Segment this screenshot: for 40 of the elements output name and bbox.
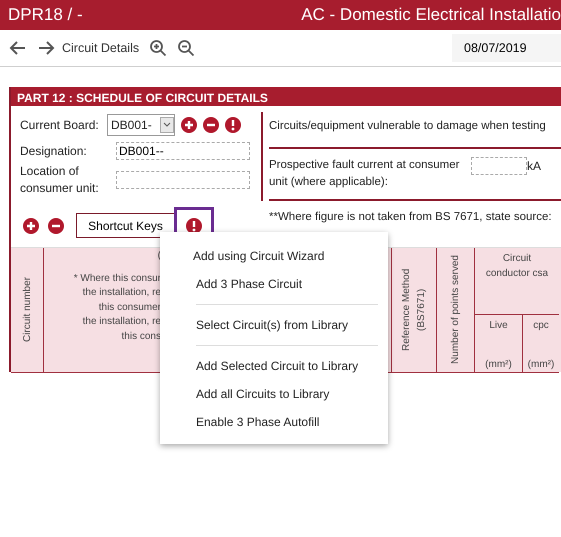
unit-label: (mm²) [485,358,512,372]
add-icon[interactable] [23,218,39,234]
zoom-out-icon[interactable] [177,39,196,57]
field-label: Prospective fault current at consumer unit (where applicable): [269,158,460,190]
column-header: Circuit number [20,277,34,342]
zoom-in-icon[interactable] [149,39,168,57]
field-label: Location of consumer unit: [20,163,100,197]
column-header: Reference Method (BS7671) [400,267,428,353]
remove-icon[interactable] [48,218,64,234]
field-label: Current Board: [20,117,100,134]
board-dropdown[interactable]: DB001- [107,114,175,136]
fault-current-field[interactable] [471,157,527,176]
add-icon[interactable] [181,117,197,133]
column-header: Live [489,318,508,333]
app-title: DPR18 / - [8,4,83,26]
column-header: Number of points served [449,255,462,364]
remove-icon[interactable] [203,117,219,133]
unit-label: kA [527,158,542,176]
column-header: Circuit conductor csa [484,252,550,281]
designation-field[interactable]: DB001-- [116,142,250,160]
info-text: Circuits/equipment vulnerable to damage when testing [269,119,547,134]
info-text: **Where figure is not taken from BS 7671, state source: [268,210,553,225]
location-field[interactable] [116,170,250,189]
field-label: Designation: [20,143,88,160]
unit-label: (mm²) [528,358,554,372]
window-title: AC - Domestic Electrical Installatio [301,4,561,26]
menu-item[interactable]: Select Circuit(s) from Library [160,311,348,339]
column-note: * Where this consur the installation, re this consumer the installation, re this cons [74,272,161,344]
shortcut-keys-button[interactable]: Shortcut Keys [76,213,175,238]
dropdown-icon [160,117,174,133]
more-icon[interactable] [225,117,241,133]
menu-item[interactable]: Add Selected Circuit to Library [160,352,358,380]
menu-item[interactable]: Enable 3 Phase Autofill [160,408,320,436]
menu-item[interactable]: Add 3 Phase Circuit [160,270,302,298]
date-field[interactable]: 08/07/2019 [452,34,561,62]
column-header: cpc [533,318,549,333]
page-title: Circuit Details [62,40,140,57]
menu-item[interactable]: Add all Circuits to Library [160,380,330,408]
section-header: PART 12 : SCHEDULE OF CIRCUIT DETAILS [11,87,561,106]
menu-item[interactable]: Add using Circuit Wizard [175,242,342,270]
